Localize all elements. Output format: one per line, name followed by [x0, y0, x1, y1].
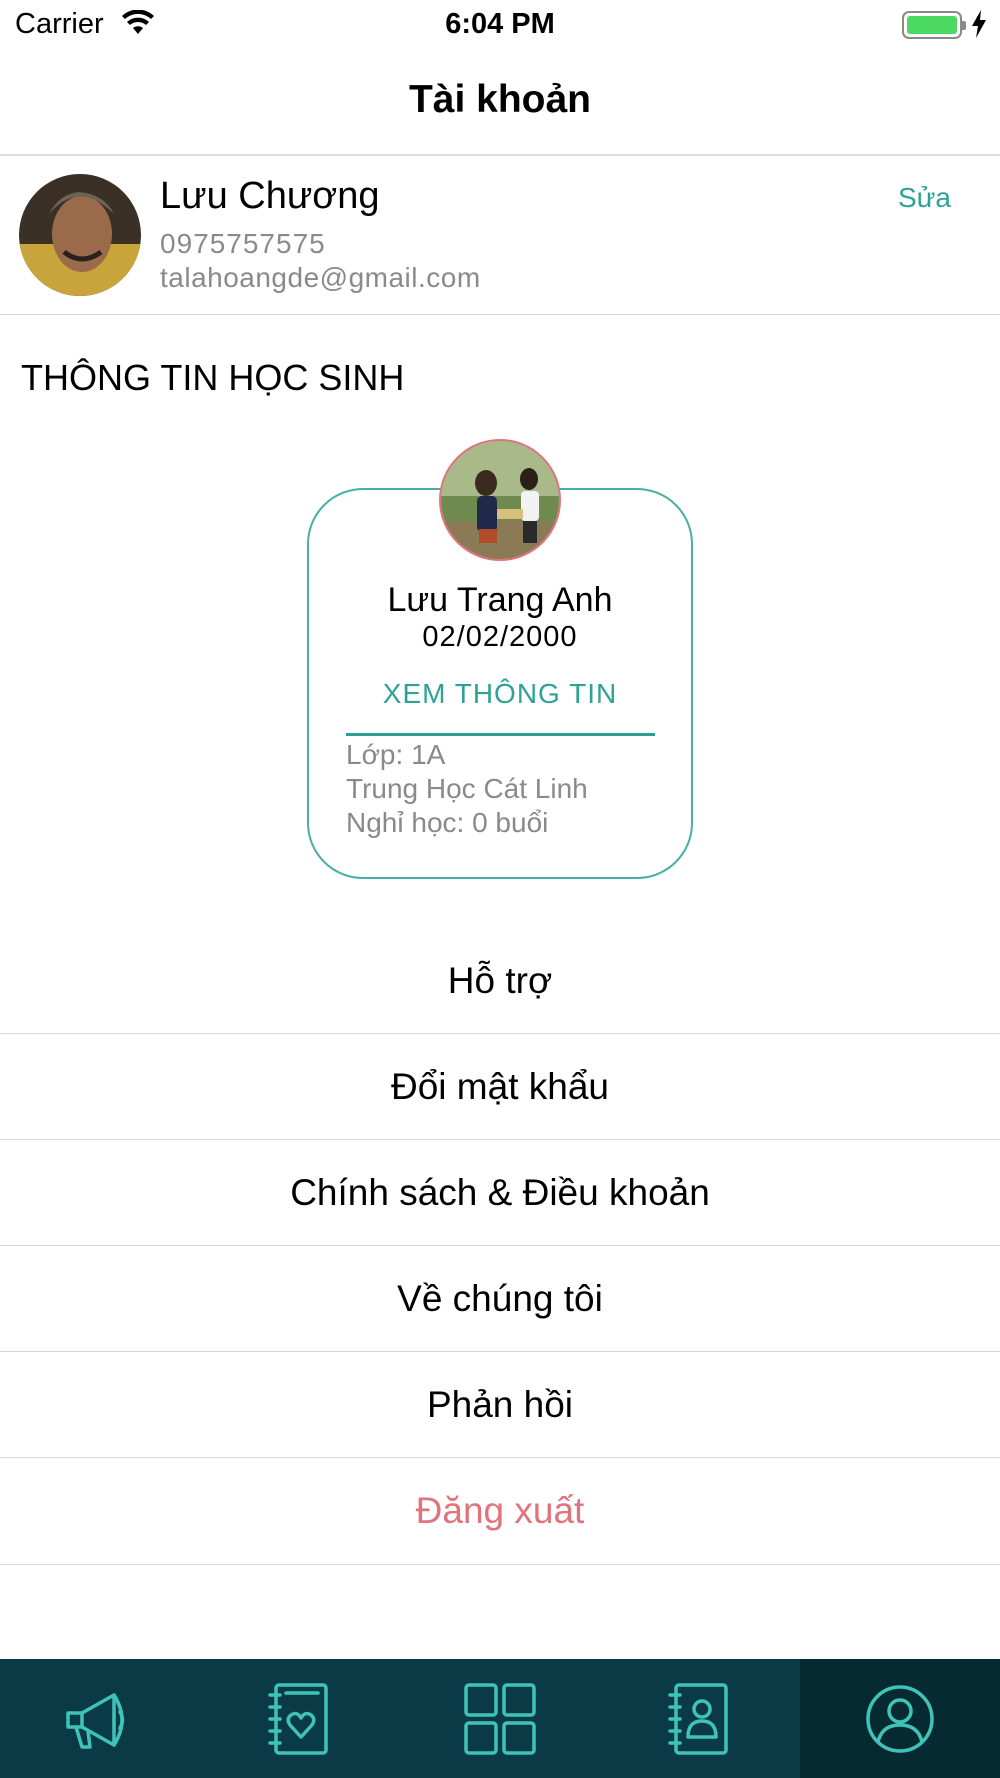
- avatar: [19, 174, 141, 296]
- student-class: Lớp: 1A: [346, 739, 446, 770]
- view-student-info-button[interactable]: XEM THÔNG TIN: [307, 678, 693, 710]
- menu-divider: [0, 1564, 1000, 1565]
- megaphone-icon: [66, 1692, 125, 1749]
- student-avatar: [439, 439, 561, 561]
- profile-name: Lưu Chương: [160, 175, 380, 217]
- tab-announcements[interactable]: [0, 1659, 200, 1778]
- student-name: Lưu Trang Anh: [387, 581, 613, 619]
- tab-contacts[interactable]: [600, 1659, 800, 1778]
- profile-email: talahoangde@gmail.com: [160, 262, 481, 293]
- tab-bar: [0, 1659, 1000, 1778]
- tab-journal[interactable]: [200, 1659, 400, 1778]
- menu-item-change-password[interactable]: Đổi mật khẩu: [0, 1034, 1000, 1140]
- profile-divider: [0, 314, 1000, 315]
- user-circle-icon: [866, 1684, 934, 1753]
- page-title: Tài khoản: [408, 78, 592, 121]
- menu-item-support[interactable]: Hỗ trợ: [0, 928, 1000, 1034]
- edit-profile-button[interactable]: Sửa: [898, 182, 951, 214]
- tab-dashboard[interactable]: [400, 1659, 600, 1778]
- logout-button[interactable]: Đăng xuất: [0, 1458, 1000, 1564]
- status-bar: Carrier 6:04 PM: [0, 0, 1000, 50]
- notebook-heart-icon: [268, 1682, 328, 1755]
- menu-item-about[interactable]: Về chúng tôi: [0, 1246, 1000, 1352]
- battery-icon: [902, 11, 966, 39]
- profile-phone: 0975757575: [160, 228, 326, 259]
- contacts-book-icon: [668, 1682, 728, 1755]
- student-absences: Nghỉ học: 0 buổi: [346, 807, 549, 838]
- grid-icon: [464, 1682, 536, 1755]
- header-divider: [0, 154, 1000, 156]
- charging-icon: [972, 10, 986, 38]
- student-section-title: THÔNG TIN HỌC SINH: [21, 357, 405, 398]
- clock: 6:04 PM: [445, 8, 555, 40]
- tab-account[interactable]: [800, 1659, 1000, 1778]
- menu-item-policy[interactable]: Chính sách & Điều khoản: [0, 1140, 1000, 1246]
- student-school: Trung Học Cát Linh: [346, 773, 588, 804]
- card-divider: [346, 733, 655, 736]
- student-dob: 02/02/2000: [422, 621, 578, 653]
- menu-item-feedback[interactable]: Phản hồi: [0, 1352, 1000, 1458]
